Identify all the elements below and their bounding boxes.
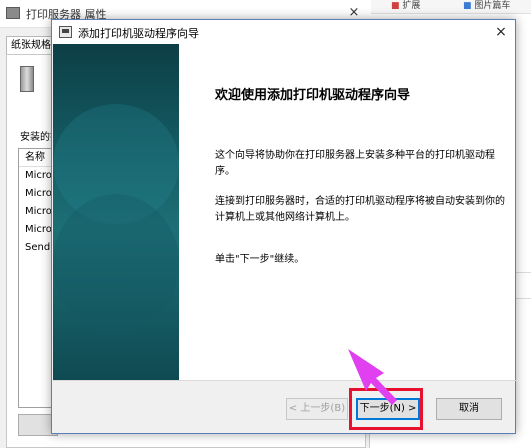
printer-icon — [6, 7, 20, 19]
tab-paper-specs[interactable]: 纸张规格 — [6, 36, 56, 54]
server-icon — [20, 66, 34, 92]
wizard-close-button[interactable]: × — [489, 21, 513, 43]
printer-icon — [59, 26, 72, 38]
extensions-label: 扩展 — [402, 1, 421, 11]
wizard-separator — [53, 380, 516, 381]
wizard-content: 欢迎使用添加打印机驱动程序向导 这个向导将协助你在打印服务器上安装多种平台的打印… — [179, 44, 515, 380]
wizard-continue-hint: 单击"下一步"继续。 — [215, 254, 305, 265]
extensions-icon: ■ — [391, 1, 400, 11]
wizard-auto-install-note: 连接到打印服务器时，合适的打印机驱动程序将被自动安装到你的计算机上或其他网络计算… — [215, 196, 505, 223]
wizard-heading: 欢迎使用添加打印机驱动程序向导 — [215, 88, 411, 103]
wizard-title: 添加打印机驱动程序向导 — [78, 27, 199, 40]
back-button[interactable]: < 上一步(B) — [286, 398, 348, 420]
banner-wave — [53, 194, 179, 334]
wizard-titlebar: 添加打印机驱动程序向导 × — [52, 20, 515, 44]
wizard-side-banner — [53, 44, 179, 380]
pointer-arrow-icon — [348, 349, 397, 405]
add-printer-driver-wizard: 添加打印机驱动程序向导 × 欢迎使用添加打印机驱动程序向导 这个向导将协助你在打… — [51, 19, 516, 434]
wizard-description: 这个向导将协助你在打印服务器上安装多种平台的打印机驱动程序。 — [215, 150, 495, 177]
cancel-button[interactable]: 取消 — [436, 398, 502, 420]
image-tool-label: 图片篇车 — [474, 1, 511, 11]
extensions-button[interactable]: ■ 扩展 — [391, 0, 420, 12]
image-icon: ■ — [463, 1, 472, 11]
image-tool-button[interactable]: ■ 图片篇车 — [463, 0, 510, 12]
browser-toolbar: ■ 扩展 ■ 图片篇车 — [371, 0, 531, 14]
